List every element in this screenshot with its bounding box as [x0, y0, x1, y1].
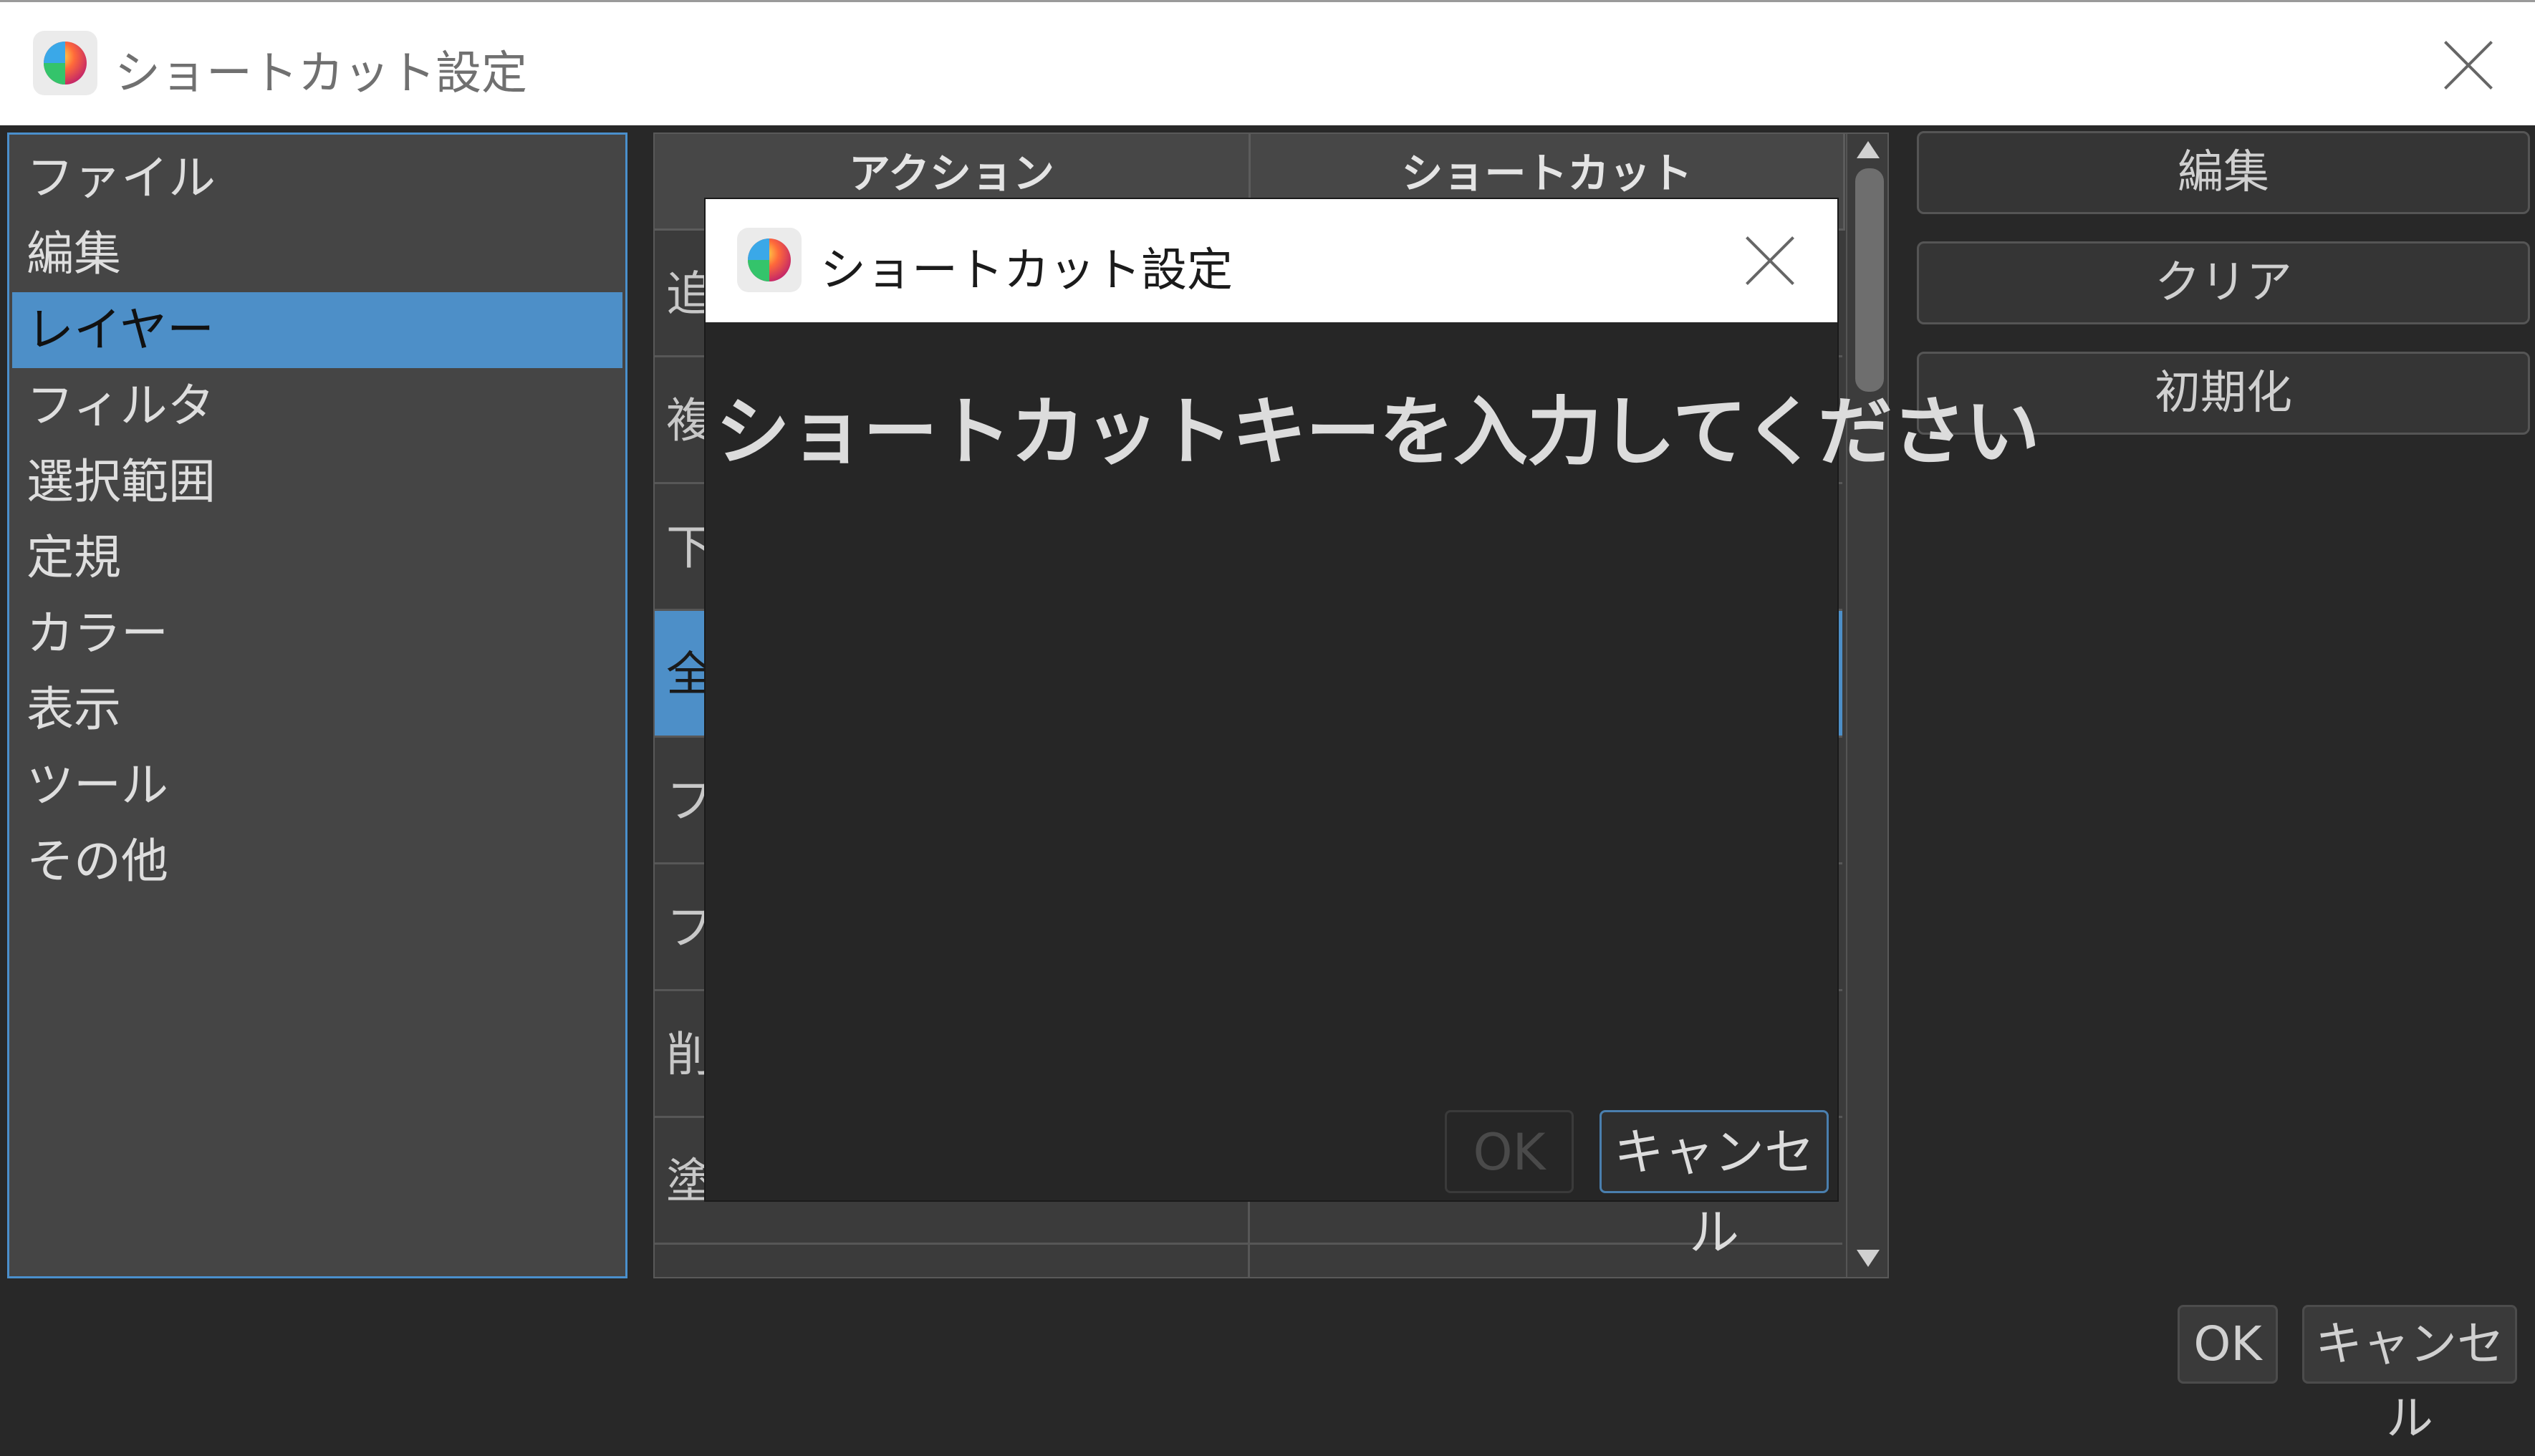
- category-item-other[interactable]: その他: [12, 824, 622, 900]
- category-item-layer[interactable]: レイヤー: [12, 292, 622, 368]
- category-item-selection[interactable]: 選択範囲: [12, 444, 622, 520]
- app-logo-icon: [33, 31, 97, 95]
- category-item-color[interactable]: カラー: [12, 596, 622, 672]
- cancel-button[interactable]: キャンセル: [2302, 1305, 2517, 1446]
- category-item-filter[interactable]: フィルタ: [12, 368, 622, 444]
- window-title: ショートカット設定: [115, 47, 527, 100]
- dialog-ok-button[interactable]: OK: [1445, 1110, 1574, 1193]
- clear-button[interactable]: クリア: [1917, 241, 2530, 324]
- dialog-cancel-button[interactable]: キャンセル: [1600, 1110, 1829, 1262]
- scroll-up-arrow-icon[interactable]: [1857, 141, 1880, 158]
- dialog-title: ショートカット設定: [820, 244, 1233, 297]
- category-item-tool[interactable]: ツール: [12, 748, 622, 824]
- scrollbar-thumb[interactable]: [1855, 168, 1884, 392]
- category-list[interactable]: ファイル 編集 レイヤー フィルタ 選択範囲 定規 カラー 表示 ツール その他: [7, 132, 627, 1278]
- dialog-close-icon[interactable]: [1744, 235, 1796, 286]
- table-scrollbar[interactable]: [1846, 134, 1887, 1277]
- ok-button[interactable]: OK: [2178, 1305, 2278, 1384]
- window-titlebar: ショートカット設定: [0, 0, 2535, 125]
- dialog-titlebar: ショートカット設定: [706, 199, 1837, 322]
- category-item-ruler[interactable]: 定規: [12, 520, 622, 596]
- scroll-down-arrow-icon[interactable]: [1857, 1250, 1880, 1267]
- edit-button[interactable]: 編集: [1917, 131, 2530, 214]
- category-item-file[interactable]: ファイル: [12, 140, 622, 216]
- dialog-app-logo-icon: [737, 228, 802, 292]
- dialog-prompt: ショートカットキーを入力してください: [716, 388, 2040, 476]
- shortcut-input-dialog[interactable]: ショートカット設定 ショートカットキーを入力してください OK キャンセル: [706, 199, 2040, 1262]
- close-icon[interactable]: [2443, 39, 2494, 91]
- category-item-view[interactable]: 表示: [12, 672, 622, 748]
- category-item-edit[interactable]: 編集: [12, 216, 622, 292]
